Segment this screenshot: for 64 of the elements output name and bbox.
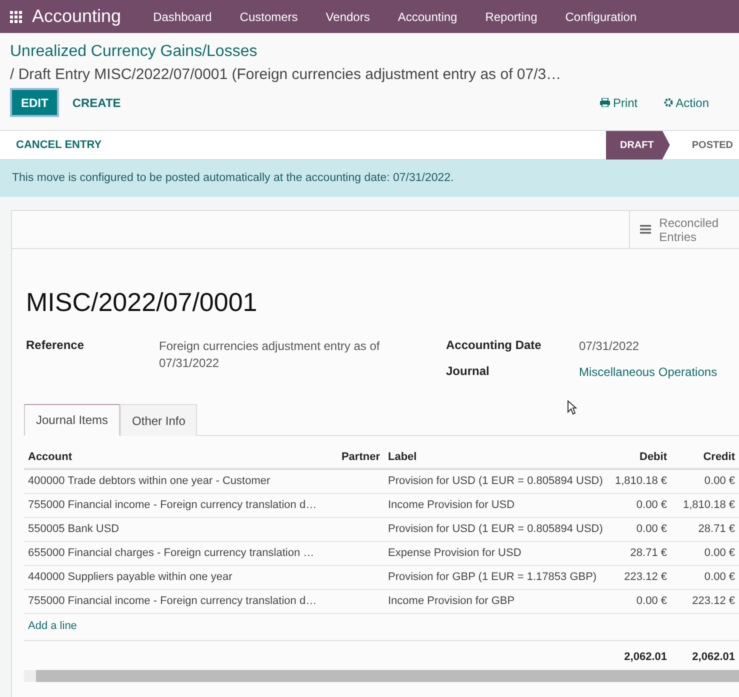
column-header[interactable]: Label [384, 446, 606, 469]
table-cell: Provision for USD (1 EUR = 0.805894 USD) [384, 517, 606, 541]
field-label: Accounting Date [446, 338, 542, 354]
column-header[interactable]: Credit [671, 446, 739, 469]
action-button[interactable]: Action [658, 94, 715, 110]
menu-item[interactable]: Accounting [384, 10, 472, 24]
table-cell: 755000 Financial income - Foreign currency translation d… [24, 493, 336, 517]
table-cell: 0.00 € [671, 565, 739, 589]
record-title: MISC/2022/07/0001 [26, 287, 258, 318]
menu-item[interactable]: Vendors [312, 10, 384, 24]
field-label: Journal [446, 364, 490, 380]
print-button[interactable]: Print [594, 94, 644, 110]
table-cell: 400000 Trade debtors within one year - Customer [24, 469, 336, 493]
table-cell: 755000 Financial income - Foreign currency translation d… [24, 589, 336, 613]
menu-item[interactable]: Reporting [471, 10, 552, 24]
table-cell: Provision for USD (1 EUR = 0.805894 USD) [384, 469, 606, 493]
field-label: Reference [26, 338, 86, 354]
debit-total: 2,062.01 [606, 640, 671, 666]
breadcrumb-current: / Draft Entry MISC/2022/07/0001 (Foreign currencies adjustment entry as of 07/3… [10, 66, 562, 83]
table-cell: Income Provision for USD [384, 493, 606, 517]
table-cell: 0.00 € [606, 517, 671, 541]
table-cell: Provision for GBP (1 EUR = 1.17853 GBP) [384, 565, 606, 589]
table-cell: Expense Provision for USD [384, 541, 606, 565]
edit-button[interactable]: EDIT [10, 88, 60, 117]
table-cell: 0.00 € [671, 469, 739, 493]
table-cell: 28.71 € [671, 517, 739, 541]
gear-icon [664, 98, 673, 107]
field-link[interactable]: Miscellaneous Operations [579, 364, 739, 381]
horizontal-scrollbar[interactable] [24, 670, 739, 682]
column-header[interactable]: Debit [606, 446, 671, 469]
apps-grid-icon[interactable] [10, 10, 22, 22]
menu-item[interactable]: Configuration [551, 10, 651, 24]
menu-item[interactable]: Dashboard [139, 10, 226, 24]
list-icon [640, 223, 652, 236]
tab[interactable]: Other Info [120, 404, 198, 436]
table-cell: 655000 Financial charges - Foreign currency translation … [24, 541, 336, 565]
breadcrumb-link[interactable]: Unrealized Currency Gains/Losses [10, 43, 729, 61]
table-cell: 0.00 € [606, 589, 671, 613]
tab[interactable]: Journal Items [24, 404, 120, 436]
status-stage[interactable]: POSTED [670, 130, 739, 160]
app-title: Accounting [32, 6, 122, 27]
mouse-cursor-icon [567, 400, 577, 415]
table-cell: 223.12 € [671, 589, 739, 613]
cancel-entry-button[interactable]: CANCEL ENTRY [10, 138, 108, 152]
field-value: Foreign currencies adjustment entry as of 07/31/2022 [159, 338, 381, 372]
add-line-link[interactable]: Add a line [28, 620, 77, 632]
table-cell: 1,810.18 € [671, 493, 739, 517]
table-cell: 223.12 € [606, 565, 671, 589]
table-cell: 1,810.18 € [606, 469, 671, 493]
menu-item[interactable]: Customers [226, 10, 312, 24]
field-value: 07/31/2022 [579, 338, 640, 355]
info-alert: This move is configured to be posted automatically at the accounting date: 07/31/2022. [0, 160, 739, 197]
table-cell: 28.71 € [606, 541, 671, 565]
printer-icon [600, 98, 610, 107]
create-button[interactable]: CREATE [63, 88, 130, 117]
table-cell: 0.00 € [606, 493, 671, 517]
table-cell: 550005 Bank USD [24, 517, 336, 541]
column-header[interactable]: Partner [336, 446, 384, 469]
table-cell: Income Provision for GBP [384, 589, 606, 613]
credit-total: 2,062.01 [671, 640, 739, 666]
status-stage[interactable]: DRAFT [606, 130, 670, 160]
table-cell: 440000 Suppliers payable within one year [24, 565, 336, 589]
column-header[interactable]: Account [24, 446, 336, 469]
table-cell: 0.00 € [671, 541, 739, 565]
